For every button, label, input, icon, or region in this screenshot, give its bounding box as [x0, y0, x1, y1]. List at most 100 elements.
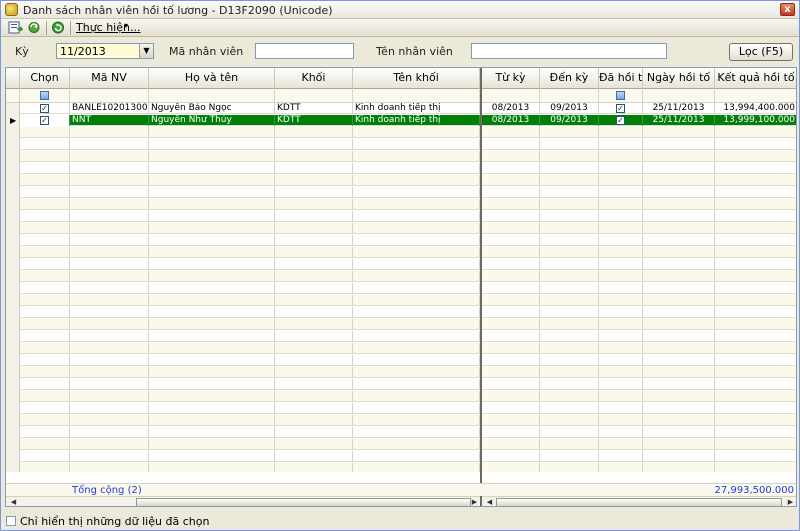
empty-row[interactable] — [6, 379, 796, 390]
empty-cell — [482, 343, 540, 354]
employee-grid[interactable]: Chọn Mã NV Họ và tên Khối Tên khối Từ kỳ… — [5, 67, 797, 507]
empty-row[interactable] — [6, 367, 796, 378]
period-combo[interactable]: 11/2013 ▼ — [56, 43, 154, 59]
column-header[interactable]: Đến kỳ — [540, 68, 599, 89]
empty-cell — [275, 391, 353, 402]
empty-row[interactable] — [6, 427, 796, 438]
done-filter-checkbox[interactable] — [616, 91, 625, 100]
table-row[interactable]: ✓ BANLE102013000 Nguyễn Bảo Ngọc KDTT Ki… — [6, 103, 796, 114]
row-select-checkbox[interactable]: ✓ — [40, 116, 49, 125]
column-header[interactable]: Chọn — [20, 68, 70, 89]
employee-code-input[interactable] — [255, 43, 354, 59]
column-header[interactable]: Họ và tên — [149, 68, 275, 89]
select-all-checkbox[interactable] — [40, 91, 49, 100]
empty-cell — [599, 283, 643, 294]
empty-cell — [715, 295, 796, 306]
close-button[interactable]: x — [780, 3, 795, 16]
empty-row[interactable] — [6, 139, 796, 150]
total-value: 27,993,500.000 — [714, 485, 794, 496]
empty-cell — [599, 463, 643, 472]
left-horizontal-scrollbar[interactable]: ◀ ▶ — [6, 496, 480, 506]
done-checkbox[interactable]: ✓ — [616, 116, 625, 125]
cell-name: Nguyễn Như Thủy — [149, 115, 275, 126]
empty-cell — [353, 403, 480, 414]
empty-cell — [353, 415, 480, 426]
empty-row[interactable] — [6, 463, 796, 472]
chevron-down-icon[interactable]: ▼ — [139, 44, 153, 58]
right-horizontal-scrollbar[interactable]: ◀ ▶ — [482, 496, 796, 506]
empty-cell — [715, 415, 796, 426]
reload-icon[interactable] — [51, 21, 66, 34]
empty-cell — [715, 151, 796, 162]
column-header[interactable]: Mã NV — [70, 68, 149, 89]
cell-code: BANLE102013000 — [72, 103, 149, 114]
empty-row[interactable] — [6, 223, 796, 234]
empty-row[interactable] — [6, 127, 796, 138]
empty-row[interactable] — [6, 211, 796, 222]
empty-cell — [149, 247, 275, 258]
empty-row[interactable] — [6, 403, 796, 414]
empty-row[interactable] — [6, 235, 796, 246]
empty-row[interactable] — [6, 319, 796, 330]
column-header[interactable]: Kết quả hồi tố — [715, 68, 796, 89]
empty-row[interactable] — [6, 295, 796, 306]
export-icon[interactable] — [8, 21, 24, 34]
scroll-right-icon[interactable]: ▶ — [469, 497, 480, 506]
employee-name-input[interactable] — [471, 43, 667, 59]
empty-row[interactable] — [6, 187, 796, 198]
empty-row[interactable] — [6, 151, 796, 162]
column-header[interactable]: Khối — [275, 68, 353, 89]
empty-row[interactable] — [6, 199, 796, 210]
scroll-left-icon[interactable]: ◀ — [484, 497, 495, 506]
grid-splitter[interactable] — [480, 68, 482, 506]
done-checkbox[interactable]: ✓ — [616, 104, 625, 113]
empty-row[interactable] — [6, 415, 796, 426]
empty-cell — [715, 163, 796, 174]
empty-cell — [70, 439, 149, 450]
title-bar: Danh sách nhân viên hồi tố lương - D13F2… — [1, 1, 799, 19]
empty-cell — [275, 247, 353, 258]
table-row-selected[interactable]: ✓ NNT Nguyễn Như Thủy KDTT Kinh doanh ti… — [6, 115, 796, 126]
empty-cell — [643, 271, 715, 282]
empty-row[interactable] — [6, 283, 796, 294]
show-selected-checkbox[interactable] — [6, 516, 16, 526]
scroll-thumb[interactable] — [136, 498, 471, 506]
empty-row[interactable] — [6, 271, 796, 282]
empty-cell — [20, 331, 70, 342]
empty-row[interactable] — [6, 343, 796, 354]
empty-cell — [643, 343, 715, 354]
row-select-checkbox[interactable]: ✓ — [40, 104, 49, 113]
empty-cell — [599, 415, 643, 426]
filter-button[interactable]: Lọc (F5) — [729, 43, 793, 61]
scroll-left-icon[interactable]: ◀ — [8, 497, 19, 506]
empty-cell — [643, 199, 715, 210]
chevron-down-icon[interactable]: ▾ — [124, 21, 128, 30]
empty-row[interactable] — [6, 247, 796, 258]
empty-row[interactable] — [6, 331, 796, 342]
empty-row[interactable] — [6, 163, 796, 174]
empty-row[interactable] — [6, 307, 796, 318]
empty-row[interactable] — [6, 175, 796, 186]
empty-cell — [599, 235, 643, 246]
column-header[interactable]: Ngày hồi tố — [643, 68, 715, 89]
empty-cell — [20, 235, 70, 246]
scroll-right-icon[interactable]: ▶ — [785, 497, 796, 506]
empty-row[interactable] — [6, 391, 796, 402]
period-value: 11/2013 — [60, 45, 106, 58]
column-header[interactable]: Từ kỳ — [482, 68, 540, 89]
empty-row[interactable] — [6, 259, 796, 270]
empty-cell — [275, 163, 353, 174]
empty-cell — [275, 319, 353, 330]
action-menu[interactable]: Thực hiện... — [76, 21, 140, 34]
empty-row[interactable] — [6, 355, 796, 366]
column-header[interactable]: Tên khối — [353, 68, 480, 89]
column-header[interactable]: Đã hồi tố — [599, 68, 643, 89]
empty-cell — [70, 271, 149, 282]
empty-cell — [482, 439, 540, 450]
refresh-icon[interactable] — [27, 21, 42, 34]
empty-cell — [20, 343, 70, 354]
empty-cell — [540, 211, 599, 222]
empty-row[interactable] — [6, 451, 796, 462]
empty-row[interactable] — [6, 439, 796, 450]
scroll-thumb[interactable] — [496, 498, 782, 506]
